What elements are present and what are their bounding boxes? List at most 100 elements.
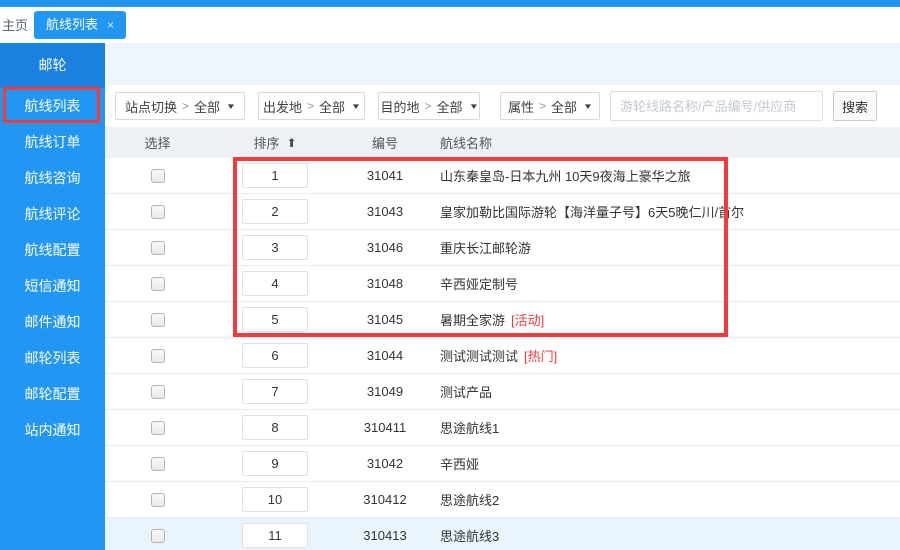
sidebar-item-label: 航线评论: [25, 206, 81, 222]
row-tag: [活动]: [511, 310, 544, 329]
row-name[interactable]: 思途航线2: [440, 490, 499, 509]
row-checkbox[interactable]: [151, 205, 165, 219]
sidebar-item[interactable]: 邮轮配置: [0, 376, 105, 412]
row-name[interactable]: 暑期全家游: [440, 310, 505, 329]
app-window: 主页 航线列表 × 邮轮 航线列表 航线订单 航线咨询 航线评论 航线配置 短信…: [0, 0, 900, 550]
sidebar-item-label: 邮轮列表: [25, 350, 81, 366]
row-code: 310413: [340, 528, 430, 543]
row-order-cell: [210, 235, 340, 260]
table-body: 31041 山东秦皇岛-日本九州 10天9夜海上豪华之旅 31043 皇家加勒比…: [105, 158, 900, 550]
sidebar-item-label: 邮轮配置: [25, 386, 81, 402]
sidebar-item[interactable]: 邮轮列表: [0, 340, 105, 376]
row-order-input[interactable]: [242, 523, 308, 548]
row-name[interactable]: 思途航线3: [440, 526, 499, 545]
row-checkbox[interactable]: [151, 457, 165, 471]
row-order-cell: [210, 487, 340, 512]
sort-asc-icon[interactable]: ⬆: [286, 136, 296, 150]
row-order-input[interactable]: [242, 235, 308, 260]
row-select-cell: [105, 529, 210, 543]
sidebar-item[interactable]: 航线咨询: [0, 160, 105, 196]
row-name[interactable]: 山东秦皇岛-日本九州 10天9夜海上豪华之旅: [440, 166, 691, 185]
filter-dropdown[interactable]: 出发地 > 全部 ▼: [258, 92, 365, 120]
row-tag: [热门]: [524, 346, 557, 365]
row-checkbox[interactable]: [151, 493, 165, 507]
row-checkbox[interactable]: [151, 349, 165, 363]
header-select: 选择: [105, 133, 210, 152]
row-checkbox[interactable]: [151, 313, 165, 327]
row-order-input[interactable]: [242, 487, 308, 512]
filter-dropdown[interactable]: 目的地 > 全部 ▼: [378, 92, 480, 120]
sidebar-item[interactable]: 航线订单: [0, 124, 105, 160]
filter-toolbar: 站点切换 > 全部 ▼ 出发地 > 全部 ▼ 目的地 > 全部 ▼ 属性 > 全…: [105, 85, 900, 127]
row-order-input[interactable]: [242, 271, 308, 296]
table-row: 31044 测试测试测试 [热门]: [105, 338, 900, 374]
row-code: 31045: [340, 312, 430, 327]
header-order-label: 排序: [253, 133, 279, 152]
row-order-input[interactable]: [242, 163, 308, 188]
sidebar-item-active[interactable]: 航线列表: [0, 88, 105, 124]
sidebar-item[interactable]: 短信通知: [0, 268, 105, 304]
table-row: 31042 辛西娅: [105, 446, 900, 482]
search-input[interactable]: [610, 91, 823, 121]
row-code: 31044: [340, 348, 430, 363]
row-name-cell: 测试测试测试 [热门]: [430, 346, 900, 365]
sidebar-item[interactable]: 航线评论: [0, 196, 105, 232]
row-order-input[interactable]: [242, 451, 308, 476]
row-checkbox[interactable]: [151, 169, 165, 183]
row-select-cell: [105, 349, 210, 363]
row-name-cell: 思途航线2: [430, 490, 900, 509]
filter-dropdown-label: 出发地: [263, 97, 302, 116]
row-order-input[interactable]: [242, 379, 308, 404]
row-name[interactable]: 辛西娅: [440, 454, 479, 473]
row-order-input[interactable]: [242, 343, 308, 368]
row-order-cell: [210, 307, 340, 332]
header-code: 编号: [340, 133, 430, 152]
row-select-cell: [105, 241, 210, 255]
row-name[interactable]: 思途航线1: [440, 418, 499, 437]
sidebar-item[interactable]: 航线配置: [0, 232, 105, 268]
row-checkbox[interactable]: [151, 421, 165, 435]
row-order-input[interactable]: [242, 415, 308, 440]
row-checkbox[interactable]: [151, 529, 165, 543]
row-code: 31043: [340, 204, 430, 219]
row-order-input[interactable]: [242, 199, 308, 224]
header-name: 航线名称: [430, 133, 900, 152]
chevron-down-icon: ▼: [468, 102, 478, 111]
close-icon[interactable]: ×: [107, 11, 114, 39]
search-button[interactable]: 搜索: [833, 91, 877, 121]
row-checkbox[interactable]: [151, 277, 165, 291]
sidebar-item[interactable]: 邮件通知: [0, 304, 105, 340]
row-checkbox[interactable]: [151, 385, 165, 399]
tab-route-list[interactable]: 航线列表 ×: [34, 11, 126, 39]
table-row: 31046 重庆长江邮轮游: [105, 230, 900, 266]
tab-bar: 主页 航线列表 ×: [0, 7, 900, 43]
row-order-cell: [210, 523, 340, 548]
filter-dropdown-label: 属性: [508, 97, 534, 116]
row-name[interactable]: 辛西娅定制号: [440, 274, 518, 293]
row-code: 310411: [340, 420, 430, 435]
sidebar-item-label: 航线列表: [25, 98, 81, 114]
row-name-cell: 辛西娅: [430, 454, 900, 473]
sidebar-item[interactable]: 站内通知: [0, 412, 105, 448]
table-row: 31048 辛西娅定制号: [105, 266, 900, 302]
table-row: 31049 测试产品: [105, 374, 900, 410]
table-row: 31041 山东秦皇岛-日本九州 10天9夜海上豪华之旅: [105, 158, 900, 194]
filter-dropdown[interactable]: 站点切换 > 全部 ▼: [115, 92, 245, 120]
top-accent-strip: [0, 0, 900, 7]
filter-dropdown-value: 全部: [319, 97, 345, 116]
row-name[interactable]: 测试测试测试: [440, 346, 518, 365]
table-row: 31045 暑期全家游 [活动]: [105, 302, 900, 338]
sidebar-item-label: 站内通知: [25, 422, 81, 438]
row-order-input[interactable]: [242, 307, 308, 332]
row-name[interactable]: 重庆长江邮轮游: [440, 238, 531, 257]
tab-home[interactable]: 主页: [0, 13, 38, 39]
row-name[interactable]: 测试产品: [440, 382, 492, 401]
row-name[interactable]: 皇家加勒比国际游轮【海洋量子号】6天5晚仁川/首尔: [440, 202, 744, 221]
row-select-cell: [105, 385, 210, 399]
filter-dropdown-value: 全部: [437, 97, 463, 116]
row-checkbox[interactable]: [151, 241, 165, 255]
filter-dropdown[interactable]: 属性 > 全部 ▼: [500, 92, 600, 120]
row-name-cell: 思途航线3: [430, 526, 900, 545]
row-select-cell: [105, 205, 210, 219]
content-top-band: [105, 43, 900, 85]
